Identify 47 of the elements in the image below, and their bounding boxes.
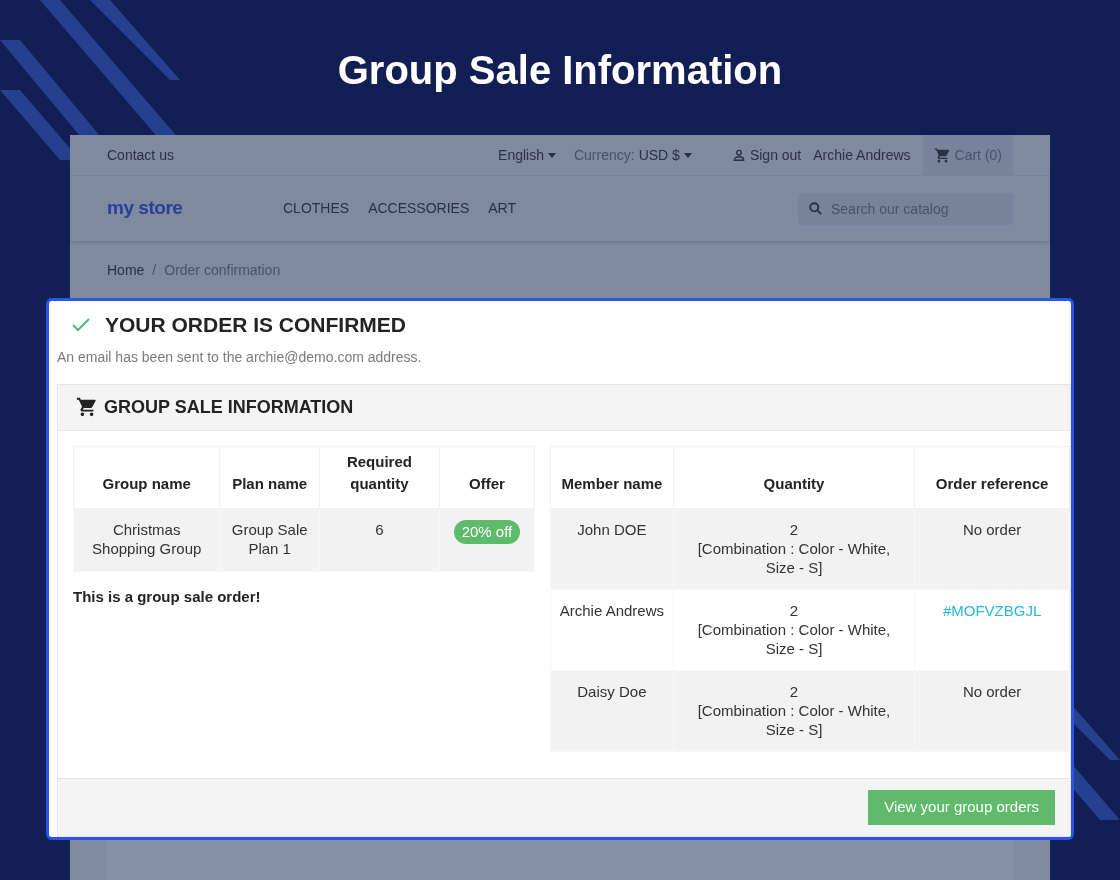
table-cell: Group Sale Plan 1 (219, 508, 320, 571)
view-group-orders-button[interactable]: View your group orders (868, 790, 1055, 825)
breadcrumb-separator: / (152, 260, 157, 280)
page-title: Group Sale Information (337, 48, 783, 92)
order-reference-link[interactable]: #MOFVZBGJL (942, 601, 1042, 619)
cart-icon (76, 396, 98, 418)
menu-link[interactable]: ART (488, 198, 516, 219)
member-name: John DOE (577, 520, 647, 538)
column-header: Group name (73, 446, 220, 508)
combination-text: [Combination : Color - White, Size - S] (696, 538, 892, 577)
quantity-value: 2 (788, 600, 800, 620)
column-header: Offer (439, 446, 535, 508)
email-message: An email has been sent to the archie@demo.com address. (57, 347, 423, 367)
menu-link[interactable]: CLOTHES (283, 198, 350, 219)
section-title: GROUP SALE INFORMATION (104, 395, 354, 419)
currency-dropdown[interactable]: USD $ (638, 144, 692, 166)
column-header: Quantity (673, 446, 915, 508)
member-name: Archie Andrews (559, 601, 664, 619)
sign-out-link[interactable]: Sign out (749, 144, 802, 166)
check-icon (71, 316, 91, 333)
member-name: Daisy Doe (577, 682, 647, 700)
menu-link[interactable]: ACCESSORIES (368, 198, 470, 219)
confirmation-title: YOUR ORDER IS CONFIRMED (105, 312, 406, 338)
quantity-value: 2 (788, 519, 800, 539)
cart-icon (933, 146, 951, 164)
group-sale-note: This is a group sale order! (73, 586, 262, 607)
column-header: Required quantity (319, 446, 440, 508)
account-link[interactable]: Archie Andrews (813, 144, 911, 166)
breadcrumb-link[interactable]: Home (107, 259, 145, 281)
quantity-value: 2 (788, 681, 800, 701)
column-header: Order reference (914, 446, 1070, 508)
column-header: Plan name (219, 446, 320, 508)
contact-link[interactable]: Contact us (107, 144, 174, 166)
language-dropdown[interactable]: English (498, 144, 556, 166)
caret-icon (547, 152, 556, 158)
column-header: Member name (550, 446, 674, 508)
table-cell: 6 (319, 508, 440, 571)
combination-text: [Combination : Color - White, Size - S] (696, 619, 892, 658)
order-reference-text: No order (962, 520, 1022, 538)
store-logo[interactable]: my store (107, 194, 283, 223)
search-icon (808, 200, 823, 216)
order-reference-text: No order (962, 682, 1022, 700)
combination-text: [Combination : Color - White, Size - S] (696, 700, 892, 739)
offer-badge: 20% off (453, 519, 521, 544)
user-icon (731, 148, 746, 162)
table-cell: Christmas Shopping Group (73, 508, 220, 571)
caret-icon (683, 152, 692, 158)
